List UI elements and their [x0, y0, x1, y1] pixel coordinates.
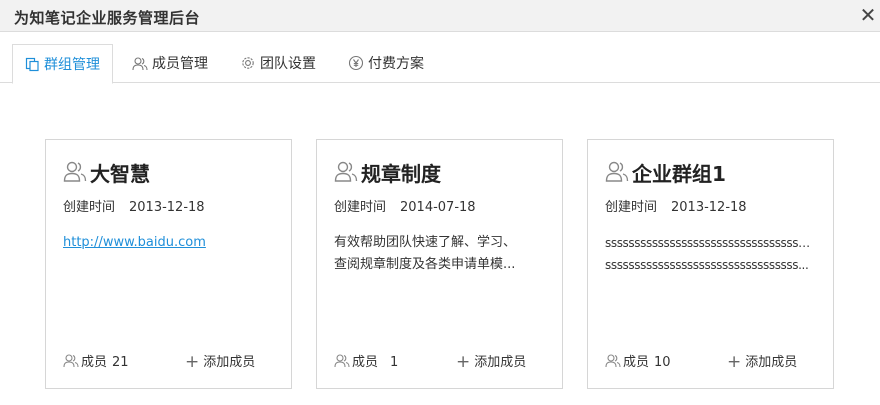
group-icon: [63, 161, 87, 182]
group-description: ssssssssssssssssssssssssssssssssssss sss…: [605, 232, 813, 276]
tab-label: 成员管理: [152, 56, 208, 72]
tab-member-management[interactable]: 成员管理: [120, 44, 220, 83]
members-label: 成员: [352, 355, 379, 370]
close-icon[interactable]: ✕: [858, 3, 878, 27]
tab-label: 群组管理: [44, 57, 100, 73]
tab-payment-plans[interactable]: 付费方案: [336, 44, 436, 83]
add-member-button[interactable]: + 添加成员: [185, 351, 255, 372]
group-card-header: 企业群组1: [605, 158, 726, 186]
created-label: 创建时间: [334, 200, 387, 215]
created-label: 创建时间: [605, 200, 658, 215]
group-link[interactable]: http://www.baidu.com: [63, 232, 273, 254]
members-label: 成员: [623, 355, 650, 370]
add-member-label: 添加成员: [745, 355, 798, 370]
group-card[interactable]: 大智慧 创建时间 2013-12-18 http://www.baidu.com …: [45, 139, 292, 389]
plus-icon: +: [727, 352, 742, 372]
group-description: 有效帮助团队快速了解、学习、 查阅规章制度及各类申请单模...: [334, 232, 544, 276]
add-member-label: 添加成员: [203, 355, 256, 370]
window-titlebar: 为知笔记企业服务管理后台 ✕: [0, 0, 880, 32]
members-icon: [334, 354, 350, 368]
members-count-value: 10: [654, 355, 671, 370]
members-count-value: 21: [112, 355, 129, 370]
plus-icon: +: [456, 352, 471, 372]
created-date: 2013-12-18: [671, 200, 747, 215]
description-line: 有效帮助团队快速了解、学习、: [334, 235, 517, 250]
created-date: 2014-07-18: [400, 200, 476, 215]
tab-label: 付费方案: [368, 56, 424, 72]
group-card-header: 规章制度: [334, 158, 441, 186]
group-doc-icon: [25, 57, 39, 72]
group-created: 创建时间 2013-12-18: [63, 196, 205, 215]
group-card-footer: 成员 21 + 添加成员: [63, 351, 273, 372]
group-card-footer: 成员 10 + 添加成员: [605, 351, 815, 372]
group-card-header: 大智慧: [63, 158, 150, 186]
members-count-value: 1: [390, 355, 399, 370]
member-count[interactable]: 成员 1: [334, 351, 398, 370]
created-date: 2013-12-18: [129, 200, 205, 215]
tab-team-settings[interactable]: 团队设置: [228, 44, 328, 83]
group-card[interactable]: 规章制度 创建时间 2014-07-18 有效帮助团队快速了解、学习、 查阅规章制…: [316, 139, 563, 389]
member-count[interactable]: 成员 10: [605, 351, 671, 370]
members-label: 成员: [81, 355, 108, 370]
group-created: 创建时间 2013-12-18: [605, 196, 747, 215]
members-icon: [132, 57, 148, 71]
description-line: ssssssssssssssssssssssssssssssssssss: [605, 236, 813, 250]
tab-label: 团队设置: [260, 56, 316, 72]
yen-icon: [348, 55, 364, 71]
tab-bar: 群组管理 成员管理 团队设置 付费方案: [0, 44, 880, 84]
description-line: 查阅规章制度及各类申请单模...: [334, 257, 516, 272]
member-count[interactable]: 成员 21: [63, 351, 129, 370]
created-label: 创建时间: [63, 200, 116, 215]
group-name[interactable]: 规章制度: [361, 162, 441, 186]
group-description: http://www.baidu.com: [63, 232, 273, 254]
group-icon: [334, 161, 358, 182]
tab-group-management[interactable]: 群组管理: [12, 44, 113, 84]
members-icon: [605, 354, 621, 368]
window-title: 为知笔记企业服务管理后台: [14, 9, 201, 27]
group-name[interactable]: 企业群组1: [632, 162, 726, 186]
add-member-button[interactable]: + 添加成员: [456, 351, 526, 372]
group-created: 创建时间 2014-07-18: [334, 196, 476, 215]
group-name[interactable]: 大智慧: [90, 162, 150, 186]
add-member-button[interactable]: + 添加成员: [727, 351, 797, 372]
description-line: sssssssssssssssssssssssssssssssss...: [605, 258, 809, 272]
members-icon: [63, 354, 79, 368]
add-member-label: 添加成员: [474, 355, 527, 370]
group-card[interactable]: 企业群组1 创建时间 2013-12-18 sssssssssssssssssss…: [587, 139, 834, 389]
gear-icon: [242, 57, 254, 69]
group-icon: [605, 161, 629, 182]
group-card-footer: 成员 1 + 添加成员: [334, 351, 544, 372]
plus-icon: +: [185, 352, 200, 372]
